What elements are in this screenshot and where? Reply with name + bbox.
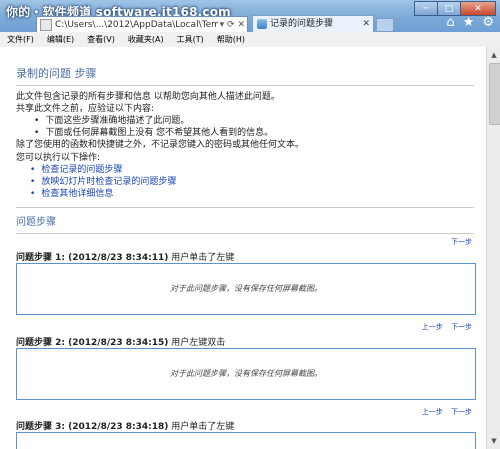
step-screenshot-box: [16, 432, 476, 449]
search-dropdown-icon[interactable]: ▾: [220, 20, 225, 30]
page-content: 录制的问题 步骤 此文件包含记录的所有步骤和信息 以帮助您向其他人描述此问题。 …: [0, 47, 486, 449]
tools-gear-icon[interactable]: ⚙: [482, 15, 494, 30]
scroll-down-icon[interactable]: ▼: [488, 435, 500, 447]
favorites-star-icon[interactable]: ★: [463, 15, 475, 30]
address-controls: ▾ ⟳ ✕: [217, 17, 245, 33]
no-screenshot-text: 对于此问题步骤，没有保存任何屏幕截图。: [170, 369, 322, 378]
check-item: 下面或任何屏幕截图上没有 您不希望其他人看到的信息。: [34, 128, 273, 139]
minimize-icon[interactable]: ─: [414, 1, 438, 16]
step-action: 用户单击了左键: [171, 422, 235, 432]
step-action: 用户单击了左键: [171, 253, 235, 263]
maximize-icon[interactable]: □: [437, 1, 461, 16]
step-nav: 下一步: [445, 237, 472, 247]
divider: [16, 233, 474, 234]
page-icon: [40, 18, 52, 31]
tab-close-icon[interactable]: ✕: [362, 16, 370, 33]
link-review-steps[interactable]: 检查记录的问题步骤: [30, 165, 122, 176]
scroll-up-icon[interactable]: ▲: [488, 49, 500, 61]
vertical-scrollbar[interactable]: ▲ ▼: [486, 47, 500, 449]
prev-step-link[interactable]: 上一步: [422, 323, 443, 331]
scroll-thumb[interactable]: [489, 63, 500, 125]
close-icon[interactable]: ✕: [460, 1, 496, 16]
intro-line-1: 此文件包含记录的所有步骤和信息 以帮助您向其他人描述此问题。: [16, 92, 280, 102]
tab-title: 记录的问题步骤: [270, 19, 334, 29]
prev-step-link[interactable]: 上一步: [422, 408, 443, 416]
ie-tab-icon: [257, 18, 267, 29]
step-title: 问题步骤 2: (2012/8/23 8:34:15): [16, 338, 169, 348]
next-step-link[interactable]: 下一步: [451, 238, 472, 246]
step-action: 用户左键双击: [171, 338, 226, 348]
page-title: 录制的问题 步骤: [16, 67, 97, 80]
title-bar: 你的・软件频道 software.it168.com ─ □ ✕ C:\User…: [0, 0, 500, 34]
actions-label: 您可以执行以下操作:: [16, 153, 101, 163]
step-label: 问题步骤 2: (2012/8/23 8:34:15) 用户左键双击: [16, 335, 225, 348]
next-step-link[interactable]: 下一步: [451, 408, 472, 416]
step-label: 问题步骤 3: (2012/8/23 8:34:18) 用户单击了左键: [16, 419, 234, 432]
toolbar-icons: ⌂ ★ ⚙: [446, 15, 494, 30]
step-nav: 上一步 下一步: [416, 407, 472, 417]
link-slideshow[interactable]: 放映幻灯片时检查记录的问题步骤: [30, 177, 176, 188]
menu-bar: 文件(F) 编辑(E) 查看(V) 收藏夹(A) 工具(T) 帮助(H): [0, 32, 500, 48]
step-nav: 上一步 下一步: [416, 322, 472, 332]
step-label: 问题步骤 1: (2012/8/23 8:34:11) 用户单击了左键: [16, 250, 234, 263]
check-item: 下面这些步骤准确地描述了此问题。: [34, 116, 189, 127]
step-title: 问题步骤 1: (2012/8/23 8:34:11): [16, 253, 169, 263]
intro-line-2: 共享此文件之前，应验证以下内容:: [16, 104, 155, 114]
menu-tools[interactable]: 工具(T): [170, 32, 210, 47]
step-screenshot-box: 对于此问题步骤，没有保存任何屏幕截图。: [16, 348, 476, 400]
new-tab-button[interactable]: [376, 18, 394, 32]
privacy-note: 除了您使用的函数和快捷键之外，不记录您键入的密码或其他任何文本。: [16, 140, 305, 150]
menu-view[interactable]: 查看(V): [80, 32, 121, 47]
window-controls: ─ □ ✕: [414, 1, 496, 16]
steps-heading: 问题步骤: [16, 217, 56, 228]
menu-help[interactable]: 帮助(H): [210, 32, 251, 47]
step-title: 问题步骤 3: (2012/8/23 8:34:18): [16, 422, 169, 432]
menu-file[interactable]: 文件(F): [0, 32, 40, 47]
link-additional-details[interactable]: 检查其他详细信息: [30, 189, 113, 200]
stop-icon[interactable]: ✕: [237, 20, 245, 30]
step-screenshot-box: 对于此问题步骤，没有保存任何屏幕截图。: [16, 263, 476, 315]
no-screenshot-text: 对于此问题步骤，没有保存任何屏幕截图。: [170, 284, 322, 293]
divider: [16, 207, 474, 208]
address-text: C:\Users\...\2012\AppData\Local\Temp\: [55, 20, 229, 30]
refresh-icon[interactable]: ⟳: [227, 20, 235, 30]
menu-favorites[interactable]: 收藏夹(A): [121, 32, 170, 47]
menu-edit[interactable]: 编辑(E): [40, 32, 80, 47]
tab-recorded-steps[interactable]: 记录的问题步骤 ✕: [252, 15, 374, 33]
next-step-link[interactable]: 下一步: [451, 323, 472, 331]
divider: [16, 85, 474, 86]
home-icon[interactable]: ⌂: [446, 15, 454, 30]
